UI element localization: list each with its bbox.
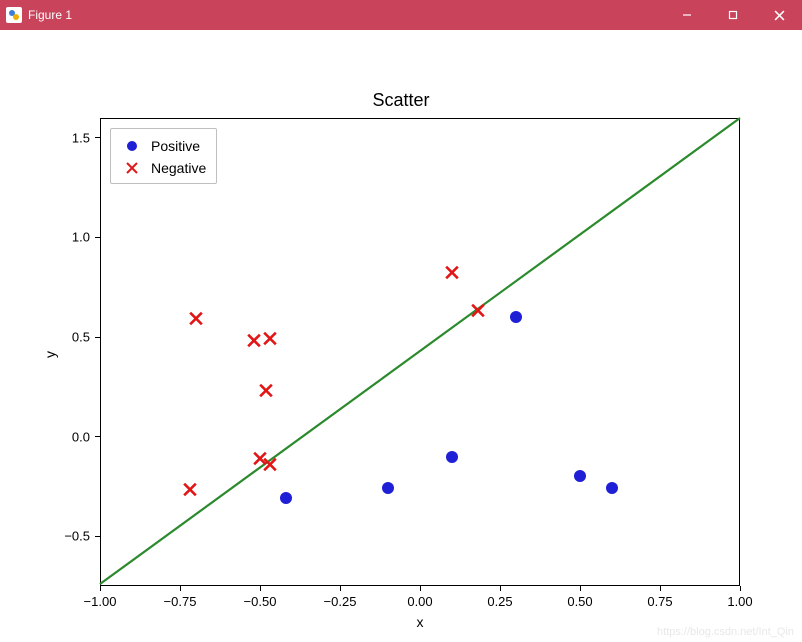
figure-canvas: Scatter Positive Negative https://blog.c… — [0, 30, 802, 642]
negative-point — [247, 334, 261, 353]
legend-label: Negative — [145, 160, 206, 176]
app-icon — [6, 7, 22, 23]
negative-point — [189, 312, 203, 331]
positive-point — [446, 451, 458, 463]
x-tick-label: 0.00 — [407, 594, 432, 609]
x-tick-label: −0.25 — [324, 594, 357, 609]
positive-point — [510, 311, 522, 323]
positive-point — [382, 482, 394, 494]
x-tick-mark — [260, 586, 261, 591]
circle-marker-icon — [119, 141, 145, 151]
window-title: Figure 1 — [28, 8, 72, 22]
x-tick-label: −0.75 — [164, 594, 197, 609]
y-tick-mark — [95, 337, 100, 338]
legend-item-positive: Positive — [119, 135, 206, 157]
x-tick-mark — [500, 586, 501, 591]
negative-point — [263, 457, 277, 476]
y-tick-label: 0.5 — [60, 330, 90, 345]
y-axis-label: y — [42, 351, 58, 358]
x-tick-label: 0.25 — [487, 594, 512, 609]
trend-line — [100, 118, 740, 584]
x-tick-label: −0.50 — [244, 594, 277, 609]
legend-label: Positive — [145, 138, 200, 154]
x-tick-label: 0.75 — [647, 594, 672, 609]
y-tick-mark — [95, 436, 100, 437]
plot-svg — [0, 30, 802, 642]
x-tick-mark — [420, 586, 421, 591]
legend: Positive Negative — [110, 128, 217, 184]
positive-point — [280, 492, 292, 504]
window-titlebar: Figure 1 — [0, 0, 802, 30]
negative-point — [183, 483, 197, 502]
x-tick-mark — [740, 586, 741, 591]
y-tick-mark — [95, 536, 100, 537]
x-tick-label: −1.00 — [84, 594, 117, 609]
y-tick-mark — [95, 237, 100, 238]
negative-point — [259, 383, 273, 402]
y-tick-label: 0.0 — [60, 429, 90, 444]
maximize-button[interactable] — [710, 0, 756, 30]
x-axis-label: x — [100, 614, 740, 630]
x-tick-mark — [580, 586, 581, 591]
close-button[interactable] — [756, 0, 802, 30]
y-tick-label: 1.5 — [60, 130, 90, 145]
x-tick-mark — [100, 586, 101, 591]
minimize-button[interactable] — [664, 0, 710, 30]
y-tick-label: 1.0 — [60, 230, 90, 245]
negative-point — [471, 304, 485, 323]
x-tick-mark — [180, 586, 181, 591]
legend-item-negative: Negative — [119, 157, 206, 179]
y-tick-label: −0.5 — [60, 529, 90, 544]
x-tick-label: 0.50 — [567, 594, 592, 609]
x-tick-mark — [340, 586, 341, 591]
y-tick-mark — [95, 137, 100, 138]
positive-point — [606, 482, 618, 494]
negative-point — [263, 332, 277, 351]
positive-point — [574, 470, 586, 482]
negative-point — [445, 266, 459, 285]
x-marker-icon — [119, 162, 145, 174]
x-tick-label: 1.00 — [727, 594, 752, 609]
x-tick-mark — [660, 586, 661, 591]
